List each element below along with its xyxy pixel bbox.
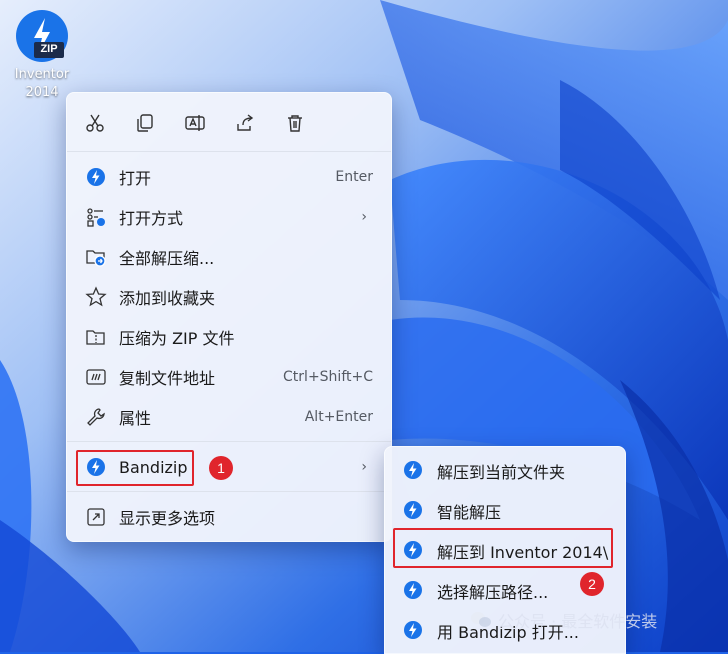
rename-icon <box>185 115 205 131</box>
bandizip-icon <box>85 166 107 188</box>
file-name-line1: Inventor <box>14 67 70 82</box>
bandizip-zip-icon: ZIP <box>14 8 70 64</box>
copy-icon <box>137 114 153 132</box>
menu-item-shortcut: Enter <box>335 169 373 185</box>
watermark: 公众号 · 最全软件安装 <box>470 608 657 632</box>
menu-item-label: 添加到收藏夹 <box>119 289 216 308</box>
bandizip-icon <box>403 500 425 522</box>
menu-item-copy-path[interactable]: 复制文件地址 Ctrl+Shift+C <box>73 359 385 395</box>
highlight-extract-to <box>393 528 613 568</box>
submenu-item-label: 智能解压 <box>437 503 502 522</box>
highlight-bandizip <box>76 450 194 486</box>
menu-item-label: 全部解压缩... <box>119 249 215 268</box>
copy-path-icon <box>85 366 107 388</box>
menu-item-shortcut: Ctrl+Shift+C <box>283 369 373 385</box>
separator <box>67 441 391 442</box>
submenu-item-label: 选择解压路径... <box>437 583 549 602</box>
step-badge-1: 1 <box>209 456 233 480</box>
share-button[interactable] <box>229 107 261 139</box>
zip-label: ZIP <box>40 43 58 55</box>
menu-item-open-with[interactable]: 打开方式 › <box>73 199 385 235</box>
menu-item-compress-zip[interactable]: 压缩为 ZIP 文件 <box>73 319 385 355</box>
menu-item-show-more-options[interactable]: 显示更多选项 <box>73 499 385 535</box>
bandizip-icon <box>403 580 425 602</box>
more-options-icon <box>85 506 107 528</box>
wrench-icon <box>85 406 107 428</box>
rename-button[interactable] <box>179 107 211 139</box>
delete-button[interactable] <box>279 107 311 139</box>
cut-button[interactable] <box>79 107 111 139</box>
wechat-icon <box>471 612 491 627</box>
context-toolbar <box>67 93 391 151</box>
cut-icon <box>86 114 104 132</box>
menu-item-label: 复制文件地址 <box>119 369 216 388</box>
submenu-item-extract-here[interactable]: 解压到当前文件夹 <box>391 453 619 489</box>
share-icon <box>237 114 254 131</box>
menu-item-label: 打开 <box>119 169 152 188</box>
menu-item-label: 显示更多选项 <box>119 509 216 528</box>
menu-item-add-favorites[interactable]: 添加到收藏夹 <box>73 279 385 315</box>
submenu-item-smart-extract[interactable]: 智能解压 <box>391 493 619 529</box>
watermark-text: 公众号 · 最全软件安装 <box>498 612 658 631</box>
menu-item-label: 属性 <box>119 409 152 428</box>
bandizip-icon <box>403 460 425 482</box>
menu-item-open[interactable]: 打开 Enter <box>73 159 385 195</box>
menu-item-shortcut: Alt+Enter <box>304 409 373 425</box>
delete-icon <box>288 115 302 132</box>
submenu-item-label: 解压到当前文件夹 <box>437 463 566 482</box>
extract-all-icon <box>85 246 107 268</box>
bandizip-icon <box>403 620 425 642</box>
separator <box>67 151 391 152</box>
menu-item-extract-all[interactable]: 全部解压缩... <box>73 239 385 275</box>
star-icon <box>85 286 107 308</box>
open-with-icon <box>85 206 107 228</box>
copy-button[interactable] <box>129 107 161 139</box>
desktop-file-inventor-2014[interactable]: ZIP Inventor 2014 <box>6 8 78 102</box>
step-badge-2: 2 <box>580 572 604 596</box>
chevron-right-icon: › <box>361 459 367 475</box>
menu-item-label: 打开方式 <box>119 209 184 228</box>
zip-folder-icon <box>85 326 107 348</box>
separator <box>67 491 391 492</box>
menu-item-properties[interactable]: 属性 Alt+Enter <box>73 399 385 435</box>
chevron-right-icon: › <box>361 209 367 225</box>
menu-item-label: 压缩为 ZIP 文件 <box>119 329 235 348</box>
